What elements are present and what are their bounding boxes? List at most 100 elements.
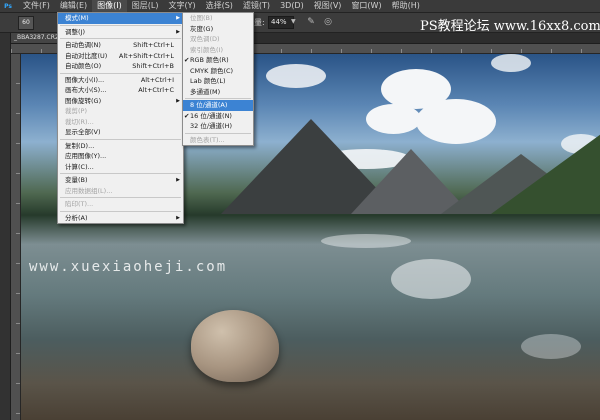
mode-menu-item-label: 位图(B) bbox=[190, 14, 213, 22]
mode-menu-item[interactable]: 8 位/通道(A) bbox=[183, 100, 253, 111]
cloud bbox=[416, 99, 496, 144]
image-menu-separator bbox=[60, 197, 181, 198]
mode-menu-item-label: RGB 颜色(R) bbox=[190, 56, 229, 64]
mode-submenu: 位图(B) 灰度(G) 双色调(D) 索引颜色(I) ✔ RGB 颜色(R) CMYK 颜色… bbox=[182, 12, 254, 146]
image-menu-item-label: 自动颜色(O) bbox=[65, 62, 102, 70]
submenu-arrow-icon: ▶ bbox=[176, 15, 180, 21]
mode-menu-item[interactable]: ✔ RGB 颜色(R) bbox=[183, 55, 253, 66]
image-menu-item-label: 裁剪(P) bbox=[65, 107, 87, 115]
image-menu-item-label: 图像旋转(G) bbox=[65, 96, 102, 105]
pressure-icon[interactable]: ◎ bbox=[322, 16, 334, 28]
image-menu-item-label: 画布大小(S)... bbox=[65, 86, 107, 94]
image-menu: 模式(M) ▶ 调整(J) ▶ 自动色调(N) Shift+Ctrl+L 自动对比度(U) A… bbox=[57, 12, 184, 224]
image-menu-item[interactable]: 自动对比度(U) Alt+Shift+Ctrl+L bbox=[58, 51, 183, 62]
cloud bbox=[491, 54, 531, 72]
submenu-arrow-icon: ▶ bbox=[176, 97, 180, 104]
image-menu-item[interactable]: 画布大小(S)... Alt+Ctrl+C bbox=[58, 85, 183, 96]
image-menu-item-label: 变量(B) bbox=[65, 176, 88, 184]
image-menu-item: 裁切(R)... bbox=[58, 117, 183, 128]
mode-menu-item[interactable]: Lab 颜色(L) bbox=[183, 76, 253, 87]
image-menu-item-label: 自动色调(N) bbox=[65, 41, 101, 49]
forum-watermark: PS教程论坛 www.16xx8.com bbox=[420, 19, 600, 34]
menu-item-5[interactable]: 选择(S) bbox=[201, 0, 238, 12]
airbrush-icon[interactable]: ✎ bbox=[305, 16, 317, 28]
mode-menu-item-label: Lab 颜色(L) bbox=[190, 77, 226, 85]
menu-item-3[interactable]: 图层(L) bbox=[127, 0, 164, 12]
image-menu-item-label: 调整(J) bbox=[65, 27, 85, 36]
menu-item-6[interactable]: 滤镜(T) bbox=[238, 0, 275, 12]
submenu-arrow-icon: ▶ bbox=[176, 214, 180, 221]
image-menu-separator bbox=[60, 210, 181, 212]
mode-menu-item-label: 32 位/通道(H) bbox=[190, 122, 232, 130]
image-menu-item: 应用数据组(L)... bbox=[58, 186, 183, 197]
checkmark-icon: ✔ bbox=[184, 56, 190, 64]
menu-item-0[interactable]: 文件(F) bbox=[18, 0, 55, 12]
mode-menu-item[interactable]: CMYK 颜色(C) bbox=[183, 66, 253, 77]
mode-menu-item-label: 灰度(G) bbox=[190, 24, 214, 33]
chevron-down-icon[interactable]: ▼ bbox=[291, 16, 299, 28]
menu-item-7[interactable]: 3D(D) bbox=[275, 0, 309, 12]
mode-menu-item-label: 8 位/通道(A) bbox=[190, 101, 228, 109]
cloud-reflection bbox=[321, 234, 411, 248]
image-menu-item-label: 裁切(R)... bbox=[65, 117, 94, 126]
image-menu-separator bbox=[60, 173, 181, 174]
image-menu-item-label: 应用图像(Y)... bbox=[65, 152, 107, 160]
image-menu-item[interactable]: 分析(A) ▶ bbox=[58, 213, 183, 224]
menu-bar-items: 文件(F) 编辑(E) 图像(I) 图层(L) 文字(Y) 选择(S) 滤镜(T) 3D(D)… bbox=[18, 0, 425, 12]
image-menu-item-shortcut: Shift+Ctrl+B bbox=[132, 62, 174, 70]
image-menu-separator bbox=[60, 138, 181, 140]
cloud-reflection bbox=[521, 334, 581, 359]
image-menu-item-label: 图像大小(I)... bbox=[65, 75, 105, 84]
image-menu-item-shortcut: Alt+Ctrl+C bbox=[138, 86, 174, 94]
mode-menu-item[interactable]: ✔ 16 位/通道(N) bbox=[183, 111, 253, 122]
image-menu-separator bbox=[60, 72, 181, 74]
image-menu-item[interactable]: 自动色调(N) Shift+Ctrl+L bbox=[58, 40, 183, 51]
tool-preset-picker[interactable]: 60 bbox=[18, 16, 34, 30]
image-menu-item-shortcut: Alt+Shift+Ctrl+L bbox=[118, 51, 174, 60]
image-menu-item[interactable]: 图像旋转(G) ▶ bbox=[58, 96, 183, 107]
menu-item-4[interactable]: 文字(Y) bbox=[163, 0, 200, 12]
image-menu-separator bbox=[60, 38, 181, 39]
mode-menu-item-label: 双色调(D) bbox=[190, 35, 220, 43]
image-menu-item-label: 显示全部(V) bbox=[65, 128, 101, 136]
rock bbox=[191, 310, 279, 382]
mode-menu-item[interactable]: 32 位/通道(H) bbox=[183, 121, 253, 132]
checkmark-icon: ✔ bbox=[184, 111, 190, 120]
mode-menu-item: 颜色表(T)... bbox=[183, 135, 253, 146]
mode-menu-item[interactable]: 灰度(G) bbox=[183, 24, 253, 35]
submenu-arrow-icon: ▶ bbox=[176, 28, 180, 35]
image-menu-item: 裁剪(P) bbox=[58, 106, 183, 117]
zoom-label: 量: bbox=[254, 18, 265, 27]
image-menu-item-label: 模式(M) bbox=[65, 14, 89, 22]
mode-menu-separator bbox=[185, 98, 251, 99]
image-menu-item-shortcut: Shift+Ctrl+L bbox=[133, 41, 174, 49]
cloud bbox=[266, 64, 326, 88]
menu-item-10[interactable]: 帮助(H) bbox=[387, 0, 425, 12]
image-menu-item[interactable]: 图像大小(I)... Alt+Ctrl+I bbox=[58, 75, 183, 86]
menu-item-9[interactable]: 窗口(W) bbox=[346, 0, 386, 12]
image-menu-item[interactable]: 调整(J) ▶ bbox=[58, 27, 183, 38]
site-watermark: www.xuexiaoheji.com bbox=[29, 259, 228, 275]
image-menu-item[interactable]: 模式(M) ▶ bbox=[58, 13, 183, 24]
image-menu-item-label: 自动对比度(U) bbox=[65, 51, 108, 60]
vertical-ruler bbox=[11, 54, 21, 420]
mountain bbox=[491, 134, 600, 214]
menu-item-8[interactable]: 视图(V) bbox=[309, 0, 347, 12]
mode-menu-item-label: 索引颜色(I) bbox=[190, 45, 223, 54]
mode-menu-separator bbox=[185, 132, 251, 134]
image-menu-item[interactable]: 变量(B) ▶ bbox=[58, 175, 183, 186]
image-menu-item[interactable]: 计算(C)... bbox=[58, 162, 183, 173]
mode-menu-item-label: 颜色表(T)... bbox=[190, 135, 225, 144]
image-menu-item[interactable]: 复制(D)... bbox=[58, 141, 183, 152]
submenu-arrow-icon: ▶ bbox=[176, 177, 180, 183]
menu-item-2[interactable]: 图像(I) bbox=[92, 0, 127, 12]
mode-menu-item-label: 16 位/通道(N) bbox=[190, 111, 232, 120]
image-menu-item-label: 复制(D)... bbox=[65, 141, 95, 150]
mode-menu-item[interactable]: 多通道(M) bbox=[183, 87, 253, 98]
image-menu-item[interactable]: 应用图像(Y)... bbox=[58, 151, 183, 162]
image-menu-item: 陷印(T)... bbox=[58, 199, 183, 210]
menu-item-1[interactable]: 编辑(E) bbox=[55, 0, 92, 12]
image-menu-item-label: 陷印(T)... bbox=[65, 200, 94, 208]
image-menu-item[interactable]: 显示全部(V) bbox=[58, 127, 183, 138]
image-menu-item[interactable]: 自动颜色(O) Shift+Ctrl+B bbox=[58, 61, 183, 72]
